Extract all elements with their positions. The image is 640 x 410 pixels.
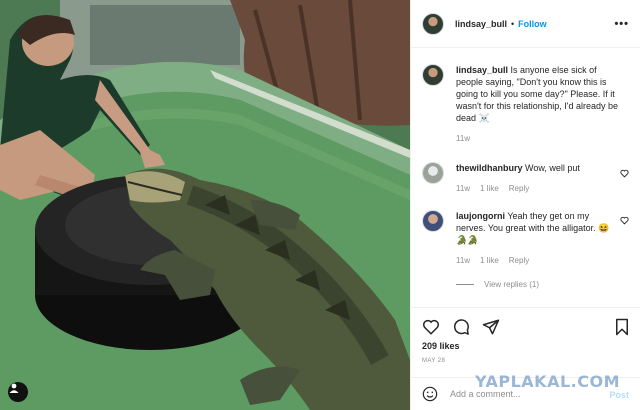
alligator-photo: [0, 0, 410, 410]
comment-likes[interactable]: 1 like: [480, 183, 499, 195]
post-comment-button[interactable]: Post: [609, 390, 629, 400]
save-button[interactable]: [613, 318, 631, 336]
follow-button[interactable]: Follow: [518, 19, 547, 29]
comment-meta: 11w 1 like Reply: [456, 255, 620, 267]
commenter-avatar[interactable]: [422, 162, 444, 184]
caption-meta: 11w: [456, 133, 620, 145]
comment-text: laujongorni Yeah they get on my nerves. …: [456, 210, 620, 246]
caption-avatar[interactable]: [422, 64, 444, 86]
user-tag-button[interactable]: [8, 382, 28, 402]
reply-button[interactable]: Reply: [509, 183, 529, 195]
commenter-username[interactable]: thewildhanbury: [456, 163, 523, 173]
comment-age[interactable]: 11w: [456, 183, 470, 195]
comment-text: thewildhanbury Wow, well put: [456, 162, 620, 174]
comment-button[interactable]: [452, 318, 470, 336]
post-date: MAY 28: [422, 358, 446, 364]
commenter-avatar[interactable]: [422, 210, 444, 232]
emoji-icon[interactable]: [422, 386, 438, 402]
likes-count[interactable]: 209 likes: [422, 341, 460, 351]
separator-dot: •: [511, 18, 515, 29]
caption-text: lindsay_bull Is anyone else sick of peop…: [456, 64, 620, 124]
comment-likes[interactable]: 1 like: [480, 255, 499, 267]
comment-like-heart-icon[interactable]: [620, 216, 629, 225]
share-icon: [482, 319, 500, 335]
site-watermark: YAPLAKAL.COM: [474, 372, 620, 391]
more-options-button[interactable]: •••: [614, 18, 629, 30]
heart-icon: [422, 319, 440, 335]
view-replies-label: View replies (1): [484, 280, 539, 289]
view-replies-line: [456, 284, 474, 285]
author-username[interactable]: lindsay_bull: [455, 19, 507, 29]
author-avatar[interactable]: [422, 12, 444, 35]
commenter-username[interactable]: laujongorni: [456, 211, 505, 221]
caption: lindsay_bull Is anyone else sick of peop…: [422, 64, 620, 145]
caption-age[interactable]: 11w: [456, 133, 470, 145]
comment-item: thewildhanbury Wow, well put 11w 1 like …: [422, 162, 620, 195]
bookmark-icon: [616, 318, 628, 336]
reply-button[interactable]: Reply: [509, 255, 529, 267]
caption-username[interactable]: lindsay_bull: [456, 65, 508, 75]
comment-item: laujongorni Yeah they get on my nerves. …: [422, 210, 620, 267]
view-replies-button[interactable]: View replies (1): [456, 280, 539, 289]
comment-icon: [454, 319, 469, 335]
comment-body: Wow, well put: [525, 163, 580, 173]
post-header: lindsay_bull • Follow •••: [411, 0, 640, 48]
post-photo[interactable]: [0, 0, 410, 410]
post-side-panel: lindsay_bull • Follow ••• lindsay_bull I…: [410, 0, 640, 410]
comments-list[interactable]: lindsay_bull Is anyone else sick of peop…: [411, 48, 640, 306]
user-tag-icon: [9, 383, 19, 393]
share-button[interactable]: [482, 318, 500, 336]
like-button[interactable]: [422, 318, 440, 336]
comment-meta: 11w 1 like Reply: [456, 183, 620, 195]
comment-age[interactable]: 11w: [456, 255, 470, 267]
action-icons: [422, 318, 500, 336]
post-actions: 209 likes MAY 28: [411, 307, 640, 377]
comment-like-heart-icon[interactable]: [620, 169, 629, 178]
